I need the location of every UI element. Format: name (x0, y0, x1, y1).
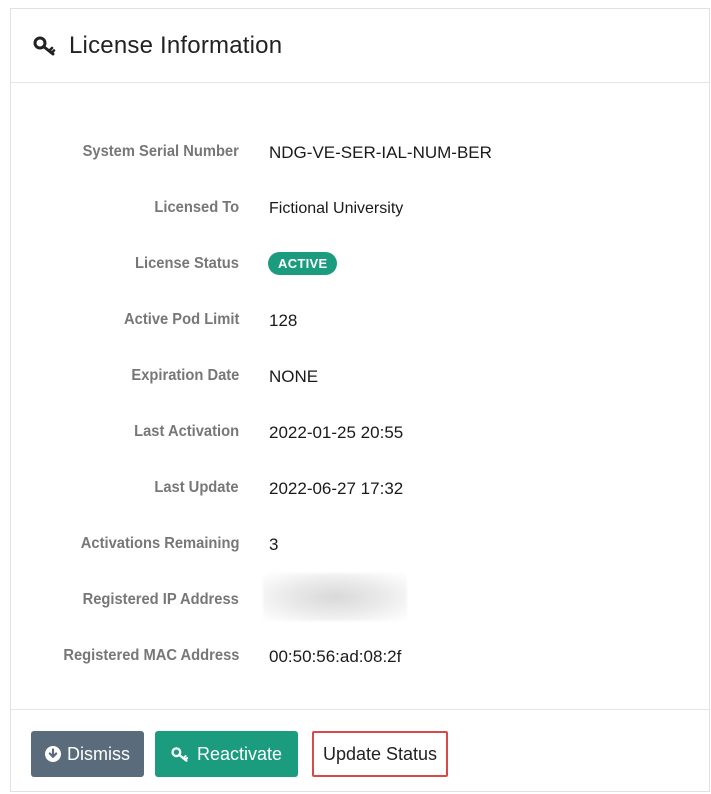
field-value: 00:50:56:ad:08:2f (269, 647, 402, 666)
field-last-update: Last Update 2022-06-27 17:32 (11, 463, 709, 519)
update-status-label: Update Status (322, 743, 438, 764)
field-label: License Status (135, 255, 239, 272)
field-value: 2022-01-25 20:55 (269, 423, 404, 442)
field-label: Last Activation (134, 423, 239, 440)
field-registered-ip-address: Registered IP Address (11, 573, 709, 631)
field-label: Licensed To (154, 199, 239, 216)
field-label: Active Pod Limit (123, 311, 239, 328)
key-icon (33, 34, 59, 58)
field-value: 3 (269, 535, 279, 554)
panel-header: License Information (11, 9, 709, 83)
field-value: Fictional University (269, 200, 404, 217)
field-licensed-to: Licensed To Fictional University (11, 183, 709, 239)
field-label: System Serial Number (82, 143, 239, 160)
page-title: License Information (69, 31, 283, 59)
footer-divider (11, 709, 709, 710)
field-value: 2022-06-27 17:32 (269, 479, 404, 498)
download-circle-icon (45, 746, 61, 762)
field-activations-remaining: Activations Remaining 3 (11, 519, 709, 575)
field-label: Registered MAC Address (62, 647, 239, 664)
field-expiration-date: Expiration Date NONE (11, 351, 709, 407)
field-system-serial-number: System Serial Number NDG-VE-SER-IAL-NUM-… (11, 127, 709, 183)
field-last-activation: Last Activation 2022-01-25 20:55 (11, 407, 709, 463)
field-label: Registered IP Address (82, 591, 239, 608)
redacted-ip-value (263, 573, 407, 621)
dismiss-label: Dismiss (67, 743, 130, 764)
license-fields: System Serial Number NDG-VE-SER-IAL-NUM-… (11, 127, 709, 687)
reactivate-label: Reactivate (196, 743, 283, 764)
field-label: Last Update (154, 479, 239, 496)
reactivate-button[interactable]: Reactivate (155, 731, 298, 777)
dismiss-button[interactable]: Dismiss (31, 731, 144, 777)
field-value: 128 (269, 311, 298, 330)
status-badge: ACTIVE (268, 252, 338, 275)
field-label: Expiration Date (131, 367, 239, 384)
license-panel: License Information System Serial Number… (10, 8, 710, 792)
field-label: Activations Remaining (80, 535, 239, 552)
key-icon (171, 746, 191, 763)
field-license-status: License Status ACTIVE (11, 239, 709, 295)
field-value: NONE (269, 367, 319, 386)
update-status-button[interactable]: Update Status (312, 731, 448, 777)
field-registered-mac-address: Registered MAC Address 00:50:56:ad:08:2f (11, 631, 709, 687)
field-value: NDG-VE-SER-IAL-NUM-BER (269, 143, 492, 162)
field-active-pod-limit: Active Pod Limit 128 (11, 295, 709, 351)
